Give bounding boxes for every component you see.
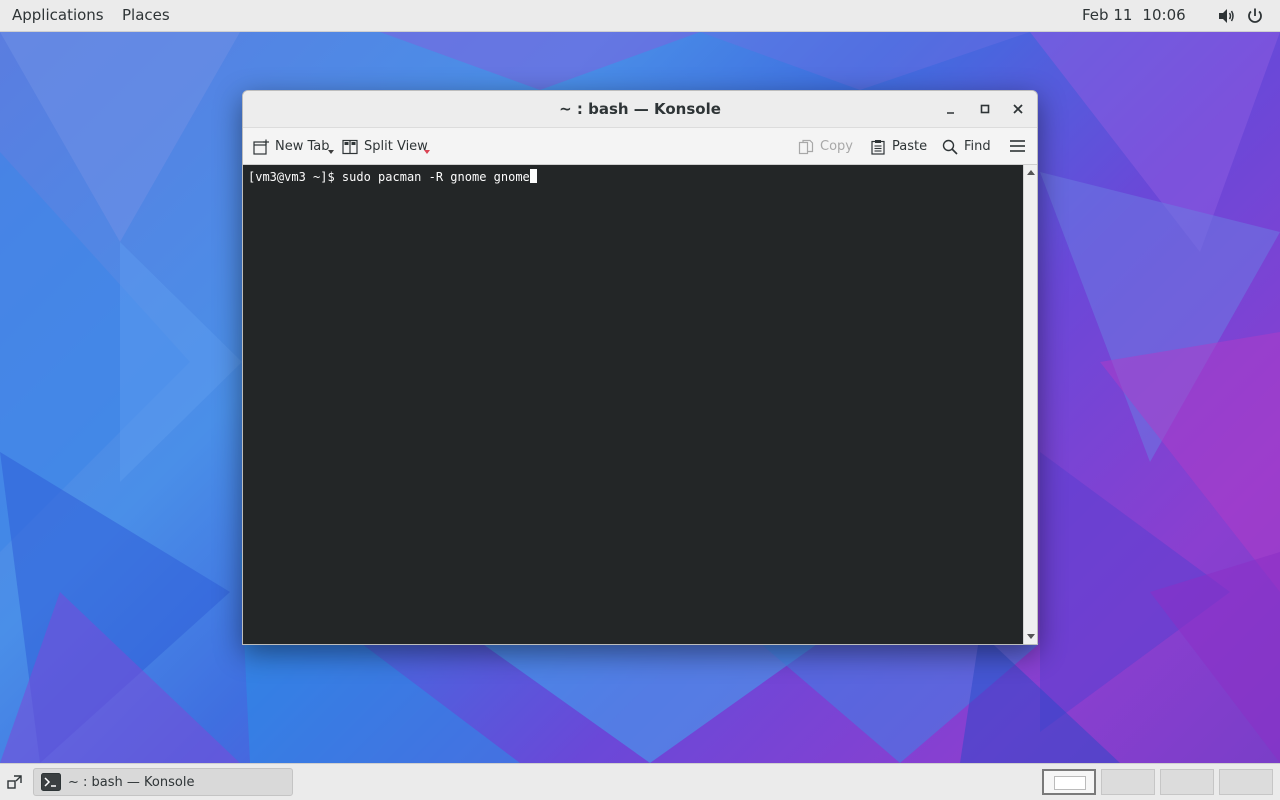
workspace-4[interactable] [1219, 769, 1273, 795]
workspace-2[interactable] [1101, 769, 1155, 795]
window-titlebar[interactable]: ~ : bash — Konsole [243, 91, 1037, 127]
top-panel: Applications Places Feb 11 10:06 [0, 0, 1280, 32]
terminal-line: [vm3@vm3 ~]$ sudo pacman -R gnome gnome [248, 169, 537, 185]
power-icon[interactable] [1245, 6, 1265, 26]
new-tab-button[interactable]: New Tab [253, 128, 330, 165]
scroll-down-arrow[interactable] [1027, 634, 1035, 639]
search-icon [942, 139, 958, 155]
clock[interactable]: Feb 11 10:06 [1082, 0, 1186, 31]
terminal-command: sudo pacman -R gnome gnome [341, 170, 530, 184]
find-button[interactable]: Find [942, 128, 991, 165]
terminal-app-icon [41, 773, 61, 791]
applications-menu[interactable]: Applications [12, 0, 104, 31]
minimize-icon[interactable] [941, 99, 961, 119]
paste-icon [871, 139, 885, 155]
new-tab-icon [253, 139, 269, 155]
copy-label: Copy [820, 139, 853, 154]
new-tab-label: New Tab [275, 139, 330, 154]
paste-label: Paste [892, 139, 928, 154]
copy-button[interactable]: Copy [798, 128, 853, 165]
find-label: Find [964, 139, 991, 154]
window-title: ~ : bash — Konsole [559, 100, 721, 118]
close-icon[interactable] [1008, 99, 1028, 119]
taskbar-item-konsole[interactable]: ~ : bash — Konsole [33, 768, 293, 796]
split-view-icon [342, 139, 358, 154]
volume-icon[interactable] [1216, 6, 1236, 26]
scroll-up-arrow[interactable] [1027, 170, 1035, 175]
taskbar-item-label: ~ : bash — Konsole [68, 774, 195, 790]
clock-date: Feb 11 [1082, 6, 1133, 24]
split-view-button[interactable]: Split View [342, 128, 428, 165]
terminal-scrollbar[interactable] [1023, 165, 1037, 644]
places-menu[interactable]: Places [122, 0, 170, 31]
show-desktop-icon[interactable] [6, 773, 24, 791]
paste-button[interactable]: Paste [870, 128, 927, 165]
workspace-3[interactable] [1160, 769, 1214, 795]
copy-icon [798, 139, 814, 154]
new-tab-dropdown-arrow[interactable] [328, 150, 334, 154]
konsole-window: ~ : bash — Konsole New Tab Split View Co… [242, 90, 1038, 645]
workspace-1[interactable] [1042, 769, 1096, 795]
clock-time: 10:06 [1142, 6, 1186, 24]
bottom-panel: ~ : bash — Konsole [0, 763, 1280, 800]
konsole-toolbar: New Tab Split View Copy Paste Find [243, 127, 1037, 165]
workspace-window-preview [1054, 776, 1086, 790]
split-view-dropdown-arrow[interactable] [424, 150, 430, 154]
terminal-area[interactable]: [vm3@vm3 ~]$ sudo pacman -R gnome gnome [243, 165, 1023, 644]
hamburger-menu-icon[interactable] [1009, 138, 1026, 154]
terminal-cursor [529, 169, 537, 183]
maximize-icon[interactable] [975, 99, 995, 119]
split-view-label: Split View [364, 139, 428, 154]
terminal-prompt: [vm3@vm3 ~]$ [248, 170, 342, 184]
